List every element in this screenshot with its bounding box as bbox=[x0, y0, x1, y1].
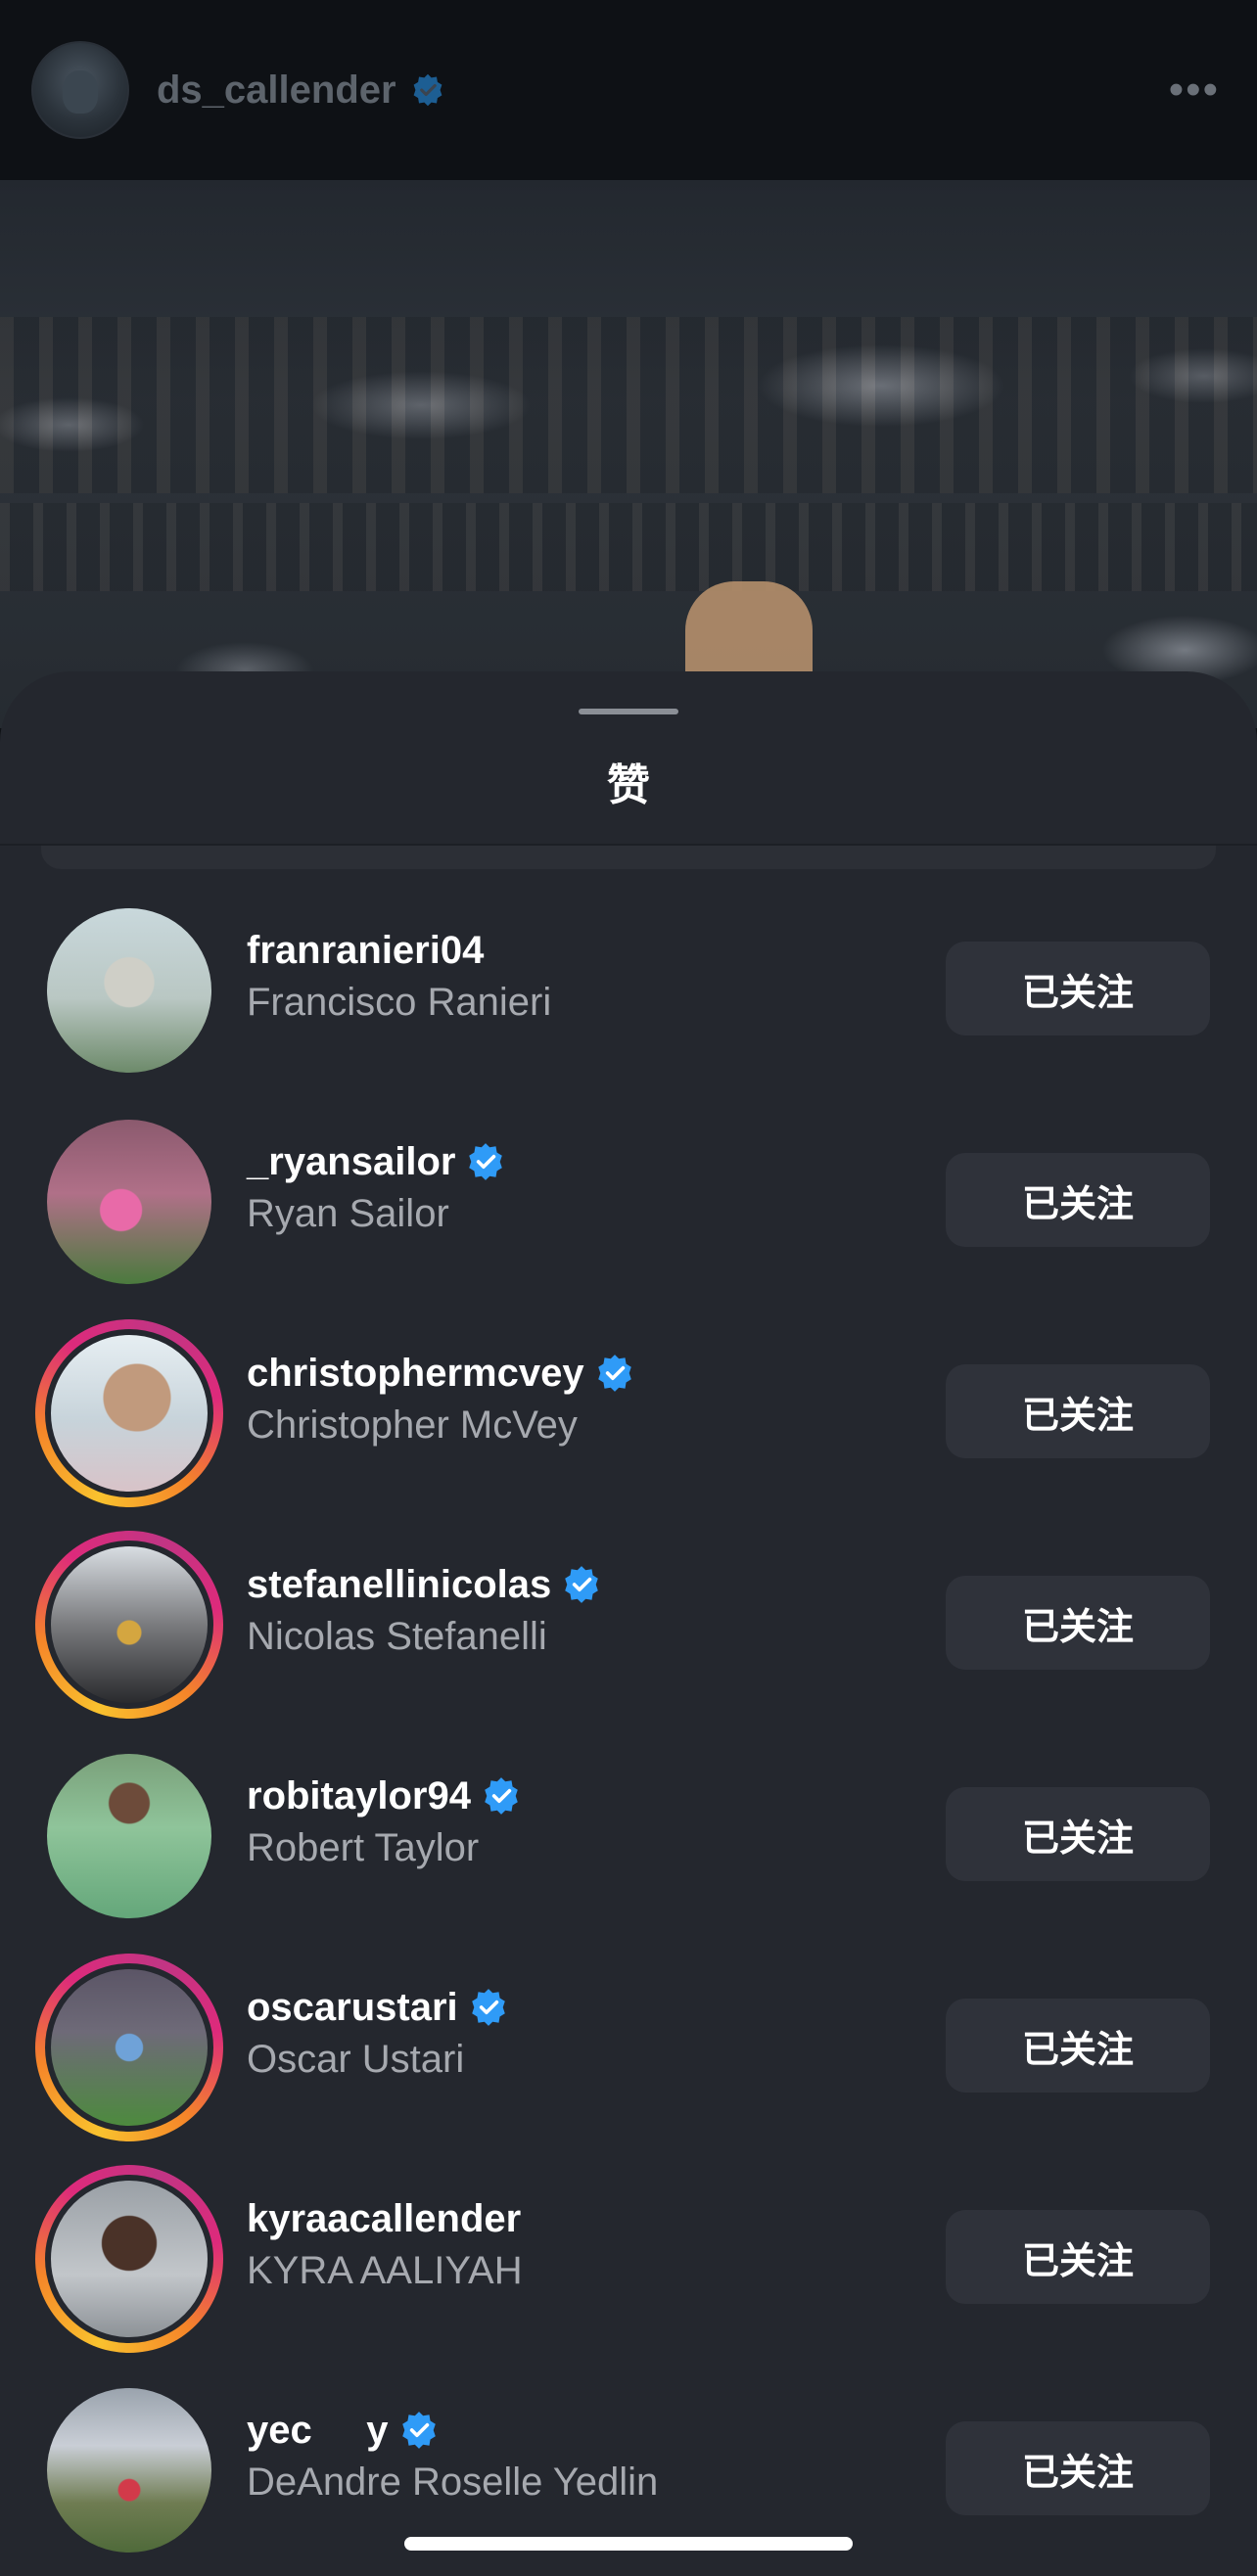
following-button[interactable]: 已关注 bbox=[946, 1787, 1210, 1881]
following-button[interactable]: 已关注 bbox=[946, 2210, 1210, 2304]
avatar-photo bbox=[45, 2175, 213, 2343]
username-line: yec y bbox=[247, 2406, 932, 2455]
list-item[interactable]: robitaylor94 Robert Taylor 已关注 bbox=[0, 1734, 1257, 1946]
username-line: kyraacallender bbox=[247, 2194, 932, 2243]
user-text[interactable]: franranieri04 Francisco Ranieri bbox=[247, 926, 932, 1025]
username: christophermcvey bbox=[247, 1351, 584, 1395]
ellipsis-icon[interactable]: ••• bbox=[1169, 69, 1220, 112]
user-avatar[interactable] bbox=[35, 897, 223, 1084]
username-line: robitaylor94 bbox=[247, 1771, 932, 1820]
user-avatar-story-ring[interactable] bbox=[35, 1954, 223, 2141]
avatar-photo bbox=[45, 1329, 213, 1497]
verified-badge-icon bbox=[471, 1989, 505, 2026]
username-line: _ryansailor bbox=[247, 1137, 932, 1186]
avatar-photo bbox=[45, 1963, 213, 2132]
user-text[interactable]: stefanellinicolas Nicolas Stefanelli bbox=[247, 1560, 932, 1659]
full-name: Oscar Ustari bbox=[247, 2038, 465, 2081]
list-item[interactable]: christophermcvey Christopher McVey 已关注 bbox=[0, 1311, 1257, 1523]
home-indicator[interactable] bbox=[404, 2537, 853, 2551]
verified-badge-icon bbox=[597, 1355, 631, 1392]
user-text[interactable]: oscarustari Oscar Ustari bbox=[247, 1983, 932, 2082]
username: kyraacallender bbox=[247, 2196, 522, 2240]
full-name: Robert Taylor bbox=[247, 1826, 480, 1869]
likes-sheet: 赞 franranieri04 Francisco Ranieri 已关注 _r… bbox=[0, 671, 1257, 2576]
verified-badge-icon bbox=[485, 1777, 518, 1815]
avatar-photo bbox=[45, 1541, 213, 1709]
list-item[interactable]: stefanellinicolas Nicolas Stefanelli 已关注 bbox=[0, 1523, 1257, 1734]
post-author-username[interactable]: ds_callender bbox=[157, 69, 396, 113]
post-author-avatar[interactable] bbox=[31, 41, 129, 139]
username: robitaylor94 bbox=[247, 1773, 471, 1817]
full-name: Christopher McVey bbox=[247, 1403, 578, 1447]
username: _ryansailor bbox=[247, 1139, 456, 1183]
username: oscarustari bbox=[247, 1985, 458, 2029]
avatar-photo bbox=[47, 1120, 211, 1284]
following-button[interactable]: 已关注 bbox=[946, 1364, 1210, 1458]
username-line: christophermcvey bbox=[247, 1349, 932, 1398]
username-line: stefanellinicolas bbox=[247, 1560, 932, 1609]
user-text[interactable]: _ryansailor Ryan Sailor bbox=[247, 1137, 932, 1236]
following-button[interactable]: 已关注 bbox=[946, 2421, 1210, 2515]
search-bar-edge bbox=[41, 846, 1216, 869]
user-avatar[interactable] bbox=[35, 1108, 223, 1296]
user-avatar[interactable] bbox=[35, 1742, 223, 1930]
verified-badge-icon bbox=[413, 73, 442, 107]
following-button[interactable]: 已关注 bbox=[946, 1576, 1210, 1670]
full-name: Ryan Sailor bbox=[247, 1192, 449, 1235]
stadium-roof-texture bbox=[0, 317, 1257, 493]
username: yec y bbox=[247, 2408, 389, 2452]
sheet-title: 赞 bbox=[607, 761, 650, 809]
user-avatar[interactable] bbox=[35, 2376, 223, 2564]
post-header: ds_callender ••• bbox=[0, 0, 1257, 180]
full-name: DeAndre Roselle Yedlin bbox=[247, 2461, 659, 2504]
full-name: Francisco Ranieri bbox=[247, 981, 552, 1024]
stadium-stand-texture bbox=[0, 503, 1257, 591]
user-text[interactable]: christophermcvey Christopher McVey bbox=[247, 1349, 932, 1448]
verified-badge-icon bbox=[469, 1143, 503, 1180]
user-avatar-story-ring[interactable] bbox=[35, 1531, 223, 1719]
full-name: Nicolas Stefanelli bbox=[247, 1615, 547, 1658]
verified-badge-icon bbox=[401, 2412, 436, 2449]
avatar-photo bbox=[47, 908, 211, 1073]
user-avatar-story-ring[interactable] bbox=[35, 2165, 223, 2353]
username-line: oscarustari bbox=[247, 1983, 932, 2032]
full-name: KYRA AALIYAH bbox=[247, 2249, 523, 2292]
post-image bbox=[0, 180, 1257, 728]
avatar-photo bbox=[47, 2388, 211, 2553]
list-item[interactable]: oscarustari Oscar Ustari 已关注 bbox=[0, 1946, 1257, 2157]
list-item[interactable]: franranieri04 Francisco Ranieri 已关注 bbox=[0, 889, 1257, 1100]
list-item[interactable]: _ryansailor Ryan Sailor 已关注 bbox=[0, 1100, 1257, 1311]
verified-badge-icon bbox=[565, 1566, 599, 1603]
list-item[interactable]: kyraacallender KYRA AALIYAH 已关注 bbox=[0, 2157, 1257, 2369]
avatar-photo bbox=[47, 1754, 211, 1918]
username-line: franranieri04 bbox=[247, 926, 932, 975]
user-avatar-story-ring[interactable] bbox=[35, 1319, 223, 1507]
sheet-drag-handle[interactable] bbox=[579, 709, 678, 714]
user-text[interactable]: yec y DeAndre Roselle Yedlin bbox=[247, 2406, 932, 2505]
user-text[interactable]: kyraacallender KYRA AALIYAH bbox=[247, 2194, 932, 2293]
following-button[interactable]: 已关注 bbox=[946, 1153, 1210, 1247]
user-text[interactable]: robitaylor94 Robert Taylor bbox=[247, 1771, 932, 1870]
username: stefanellinicolas bbox=[247, 1562, 552, 1606]
following-button[interactable]: 已关注 bbox=[946, 1999, 1210, 2093]
username: franranieri04 bbox=[247, 928, 485, 972]
following-button[interactable]: 已关注 bbox=[946, 942, 1210, 1035]
